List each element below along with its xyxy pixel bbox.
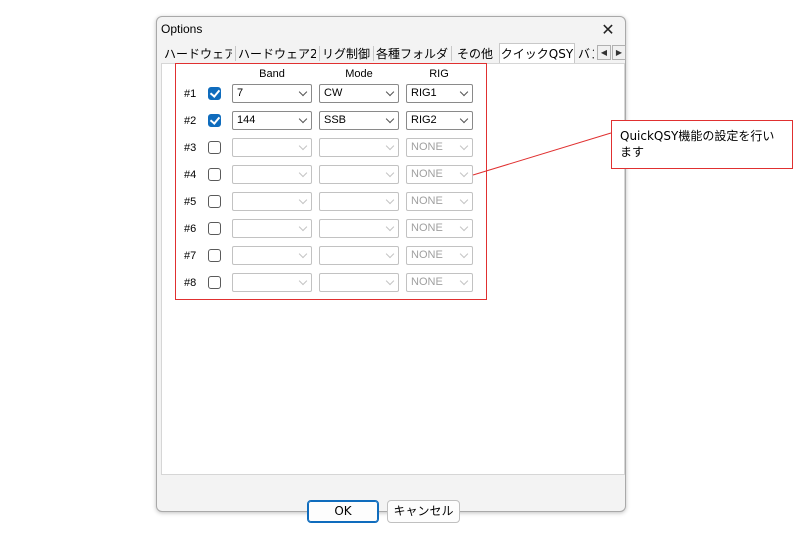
row-label: #4 (184, 169, 197, 181)
header-mode: Mode (345, 68, 373, 80)
mode-select[interactable] (319, 273, 399, 292)
rig-select[interactable]: NONE (406, 246, 473, 265)
header-band: Band (259, 68, 285, 80)
annotation-callout: QuickQSY機能の設定を行います (611, 120, 793, 169)
row-label: #1 (184, 88, 197, 100)
chevron-down-icon (298, 168, 308, 178)
mode-select[interactable]: CW (319, 84, 399, 103)
rig-select[interactable]: NONE (406, 165, 473, 184)
band-select[interactable] (232, 192, 312, 211)
row-checkbox[interactable] (208, 222, 221, 235)
chevron-down-icon (298, 114, 308, 124)
band-select[interactable]: 7 (232, 84, 312, 103)
chevron-down-icon (298, 249, 308, 259)
tab-scroll-left-icon[interactable]: ◀ (597, 45, 611, 60)
tab-scroll-right-icon[interactable]: ▶ (612, 45, 626, 60)
chevron-down-icon (298, 222, 308, 232)
rig-select-value: RIG1 (411, 87, 437, 99)
band-select-value: 144 (237, 114, 256, 126)
mode-select[interactable]: SSB (319, 111, 399, 130)
rig-select[interactable]: RIG1 (406, 84, 473, 103)
row-checkbox[interactable] (208, 195, 221, 208)
band-select[interactable]: 144 (232, 111, 312, 130)
row-checkbox[interactable] (208, 276, 221, 289)
row-label: #8 (184, 277, 197, 289)
mode-select[interactable] (319, 165, 399, 184)
tab-rig-control[interactable]: リグ制御 (321, 44, 371, 62)
tab-other[interactable]: その他 (453, 44, 497, 62)
tab-hardware2[interactable]: ハードウェア2 (237, 44, 317, 62)
row-label: #3 (184, 142, 197, 154)
mode-select-value: SSB (324, 114, 347, 126)
rig-select-value: NONE (411, 249, 443, 261)
chevron-down-icon (459, 222, 469, 232)
band-select[interactable] (232, 246, 312, 265)
dialog-title: Options (161, 22, 203, 36)
mode-select[interactable] (319, 219, 399, 238)
tab-strip: ハードウェア ハードウェア2 リグ制御 各種フォルダ その他 クイックQSY バ… (161, 43, 626, 64)
cancel-button[interactable]: キャンセル (387, 500, 460, 523)
row-label: #2 (184, 115, 197, 127)
chevron-down-icon (459, 114, 469, 124)
chevron-down-icon (385, 87, 395, 97)
rig-select[interactable]: NONE (406, 219, 473, 238)
chevron-down-icon (298, 276, 308, 286)
mode-select[interactable] (319, 246, 399, 265)
row-label: #5 (184, 196, 197, 208)
row-checkbox[interactable] (208, 249, 221, 262)
row-checkbox[interactable] (208, 141, 221, 154)
header-rig: RIG (429, 68, 449, 80)
band-select[interactable] (232, 219, 312, 238)
close-icon[interactable]: ✕ (597, 19, 619, 41)
mode-select[interactable] (319, 192, 399, 211)
band-select[interactable] (232, 273, 312, 292)
rig-select-value: NONE (411, 168, 443, 180)
row-checkbox[interactable] (208, 168, 221, 181)
rig-select-value: NONE (411, 195, 443, 207)
row-checkbox[interactable] (208, 87, 221, 100)
chevron-down-icon (385, 168, 395, 178)
chevron-down-icon (385, 222, 395, 232)
rig-select[interactable]: NONE (406, 273, 473, 292)
chevron-down-icon (385, 114, 395, 124)
chevron-down-icon (298, 141, 308, 151)
chevron-down-icon (459, 87, 469, 97)
band-select-value: 7 (237, 87, 244, 99)
tab-quick-qsy[interactable]: クイックQSY (499, 43, 575, 64)
chevron-down-icon (385, 249, 395, 259)
rig-select-value: NONE (411, 222, 443, 234)
rig-select-value: NONE (411, 141, 443, 153)
band-select[interactable] (232, 138, 312, 157)
chevron-down-icon (385, 141, 395, 151)
chevron-down-icon (298, 195, 308, 205)
row-checkbox[interactable] (208, 114, 221, 127)
ok-button[interactable]: OK (307, 500, 379, 523)
chevron-down-icon (459, 141, 469, 151)
chevron-down-icon (385, 276, 395, 286)
rig-select-value: NONE (411, 276, 443, 288)
chevron-down-icon (385, 195, 395, 205)
row-label: #6 (184, 223, 197, 235)
rig-select[interactable]: NONE (406, 192, 473, 211)
chevron-down-icon (459, 168, 469, 178)
rig-select-value: RIG2 (411, 114, 437, 126)
chevron-down-icon (459, 276, 469, 286)
checkmark-icon (209, 87, 221, 98)
chevron-down-icon (459, 195, 469, 205)
mode-select-value: CW (324, 87, 343, 99)
row-label: #7 (184, 250, 197, 262)
checkmark-icon (209, 114, 221, 125)
rig-select[interactable]: RIG2 (406, 111, 473, 130)
chevron-down-icon (459, 249, 469, 259)
rig-select[interactable]: NONE (406, 138, 473, 157)
chevron-down-icon (298, 87, 308, 97)
tab-hardware[interactable]: ハードウェア (163, 44, 233, 62)
tab-truncated[interactable]: バン (577, 44, 595, 62)
tab-folders[interactable]: 各種フォルダ (375, 44, 449, 62)
band-select[interactable] (232, 165, 312, 184)
mode-select[interactable] (319, 138, 399, 157)
